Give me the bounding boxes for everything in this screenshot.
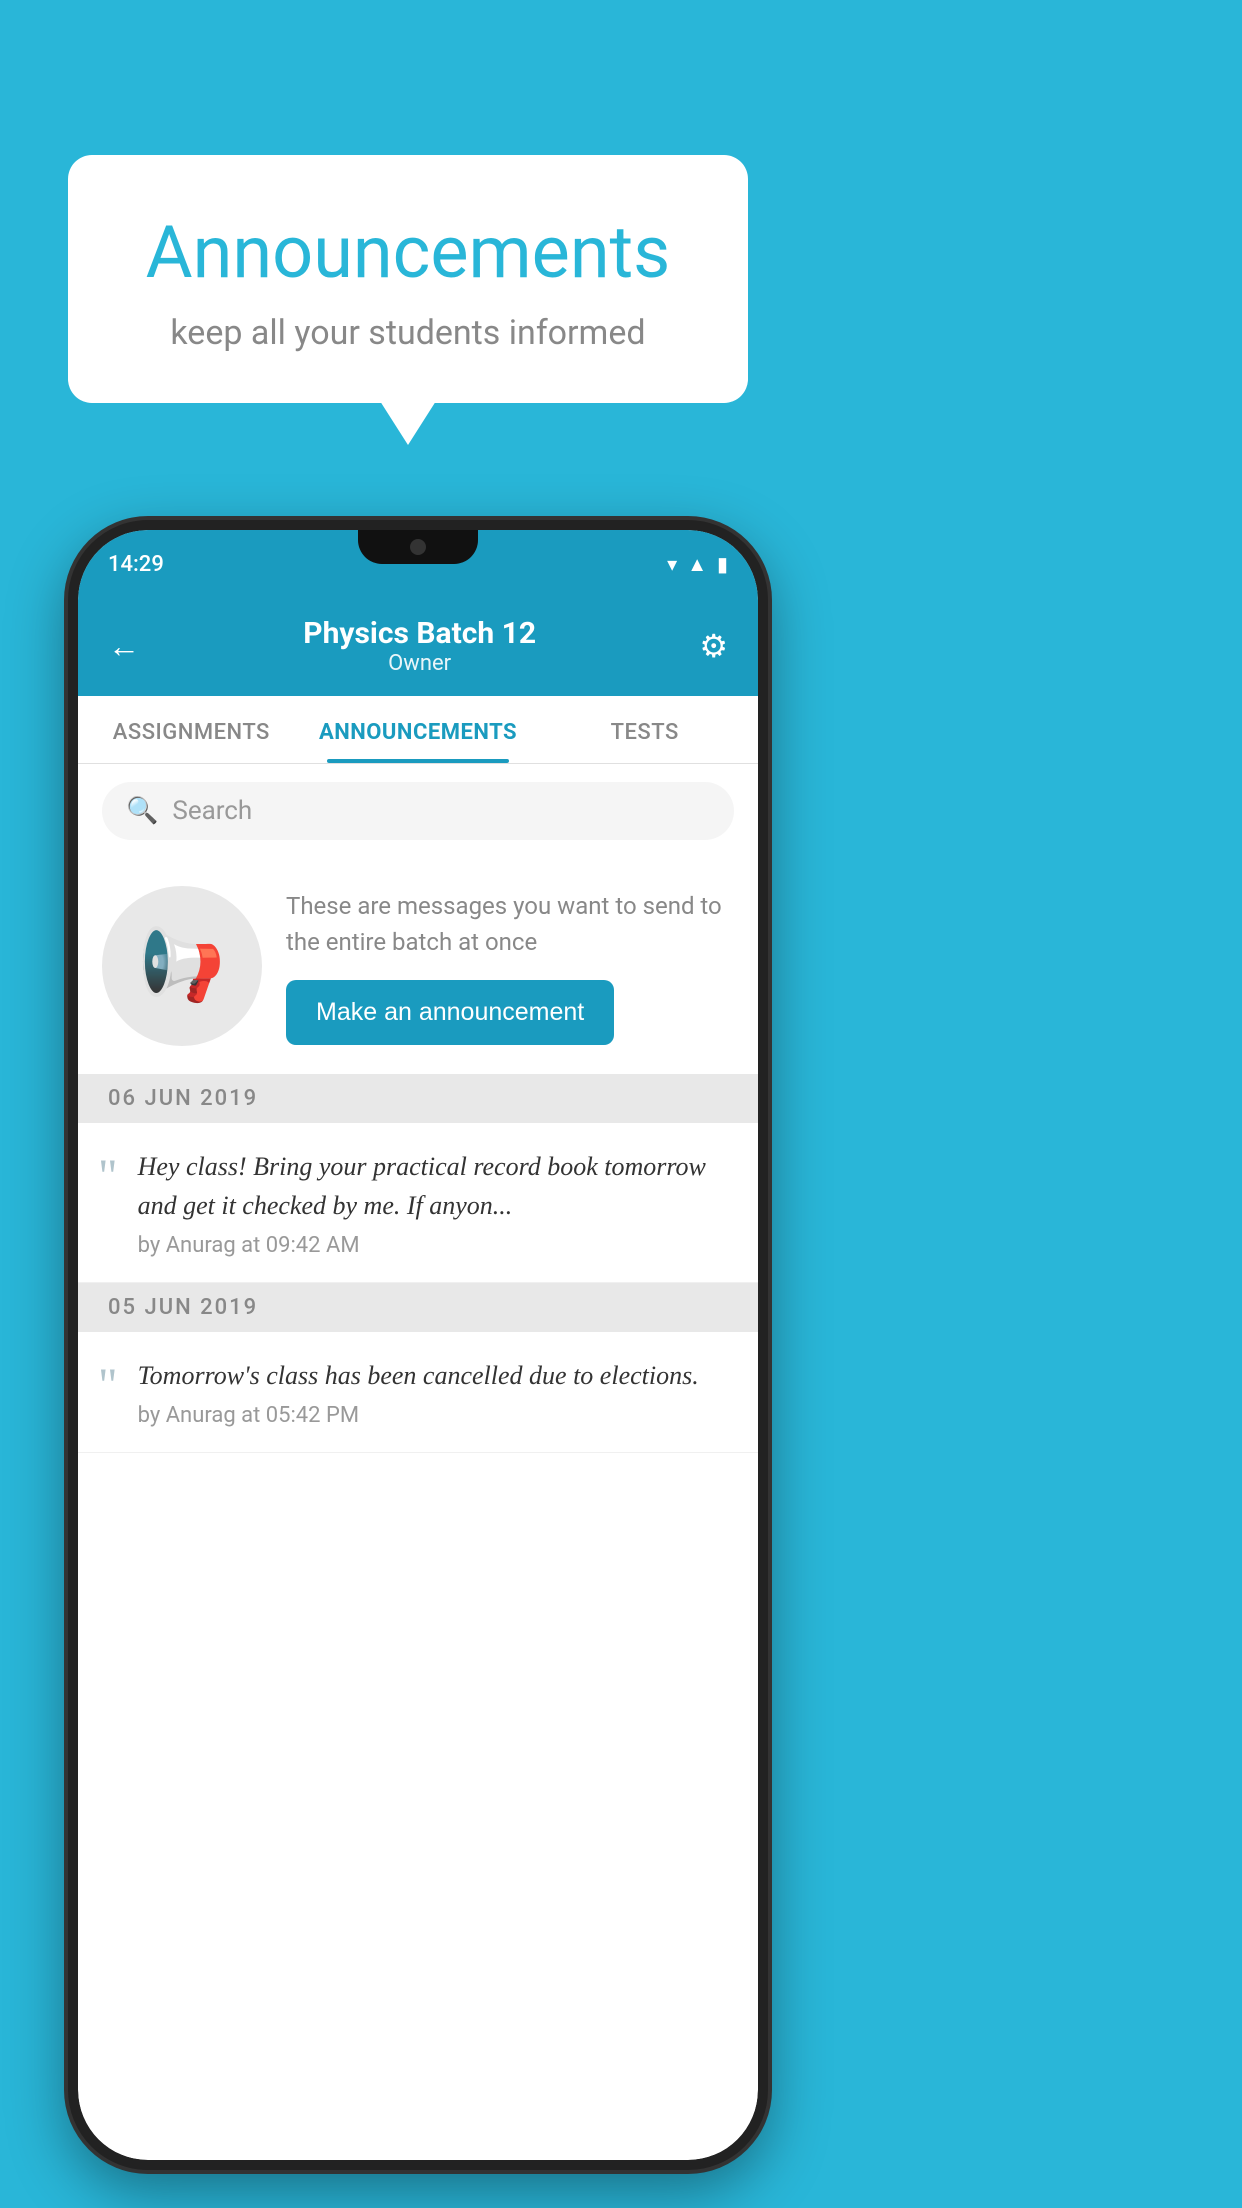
promo-description: These are messages you want to send to t… xyxy=(286,888,734,960)
tab-bar: ASSIGNMENTS ANNOUNCEMENTS TESTS xyxy=(78,696,758,764)
make-announcement-button[interactable]: Make an announcement xyxy=(286,980,614,1045)
announcement-promo: 📢 These are messages you want to send to… xyxy=(78,858,758,1074)
promo-right: These are messages you want to send to t… xyxy=(286,888,734,1045)
announcement-content-2: Tomorrow's class has been cancelled due … xyxy=(138,1356,734,1428)
quote-icon-1: " xyxy=(98,1153,118,1201)
batch-title: Physics Batch 12 xyxy=(303,616,536,651)
date-separator-2: 05 JUN 2019 xyxy=(78,1283,758,1332)
tab-tests[interactable]: TESTS xyxy=(531,696,758,763)
header-title-area: Physics Batch 12 Owner xyxy=(303,616,536,676)
settings-icon[interactable]: ⚙ xyxy=(699,627,728,665)
date-separator-1: 06 JUN 2019 xyxy=(78,1074,758,1123)
announcement-text-2: Tomorrow's class has been cancelled due … xyxy=(138,1356,734,1395)
announcement-item-2[interactable]: " Tomorrow's class has been cancelled du… xyxy=(78,1332,758,1453)
phone-frame: 14:29 ▾ ▲ ▮ ← Physics Batch 12 Owner ⚙ A… xyxy=(68,520,768,2170)
speech-bubble: Announcements keep all your students inf… xyxy=(68,155,748,403)
search-bar: 🔍 Search xyxy=(78,764,758,858)
notch xyxy=(358,530,478,564)
signal-icon: ▲ xyxy=(687,552,707,577)
phone-side-button-left xyxy=(68,730,72,790)
quote-icon-2: " xyxy=(98,1362,118,1410)
megaphone-icon: 📢 xyxy=(138,925,225,1007)
batch-role: Owner xyxy=(303,651,536,676)
search-input-container[interactable]: 🔍 Search xyxy=(102,782,734,840)
announcement-item-1[interactable]: " Hey class! Bring your practical record… xyxy=(78,1123,758,1283)
app-header: ← Physics Batch 12 Owner ⚙ xyxy=(78,598,758,696)
status-time: 14:29 xyxy=(108,552,164,577)
tab-assignments[interactable]: ASSIGNMENTS xyxy=(78,696,305,763)
tab-announcements[interactable]: ANNOUNCEMENTS xyxy=(305,696,532,763)
back-button[interactable]: ← xyxy=(108,627,140,665)
status-bar: 14:29 ▾ ▲ ▮ xyxy=(78,530,758,598)
bubble-subtitle: keep all your students informed xyxy=(128,313,688,353)
announcement-meta-2: by Anurag at 05:42 PM xyxy=(138,1403,734,1428)
announcement-content-1: Hey class! Bring your practical record b… xyxy=(138,1147,734,1258)
search-icon: 🔍 xyxy=(126,796,158,826)
megaphone-circle: 📢 xyxy=(102,886,262,1046)
speech-bubble-container: Announcements keep all your students inf… xyxy=(68,155,748,403)
announcement-text-1: Hey class! Bring your practical record b… xyxy=(138,1147,734,1225)
announcement-meta-1: by Anurag at 09:42 AM xyxy=(138,1233,734,1258)
search-placeholder: Search xyxy=(172,796,252,826)
phone-inner: 14:29 ▾ ▲ ▮ ← Physics Batch 12 Owner ⚙ A… xyxy=(78,530,758,2160)
battery-icon: ▮ xyxy=(717,552,728,576)
camera xyxy=(410,539,426,555)
phone-side-button-right xyxy=(764,690,768,770)
wifi-icon: ▾ xyxy=(667,552,677,576)
bubble-title: Announcements xyxy=(128,210,688,295)
status-icons: ▾ ▲ ▮ xyxy=(667,552,728,577)
